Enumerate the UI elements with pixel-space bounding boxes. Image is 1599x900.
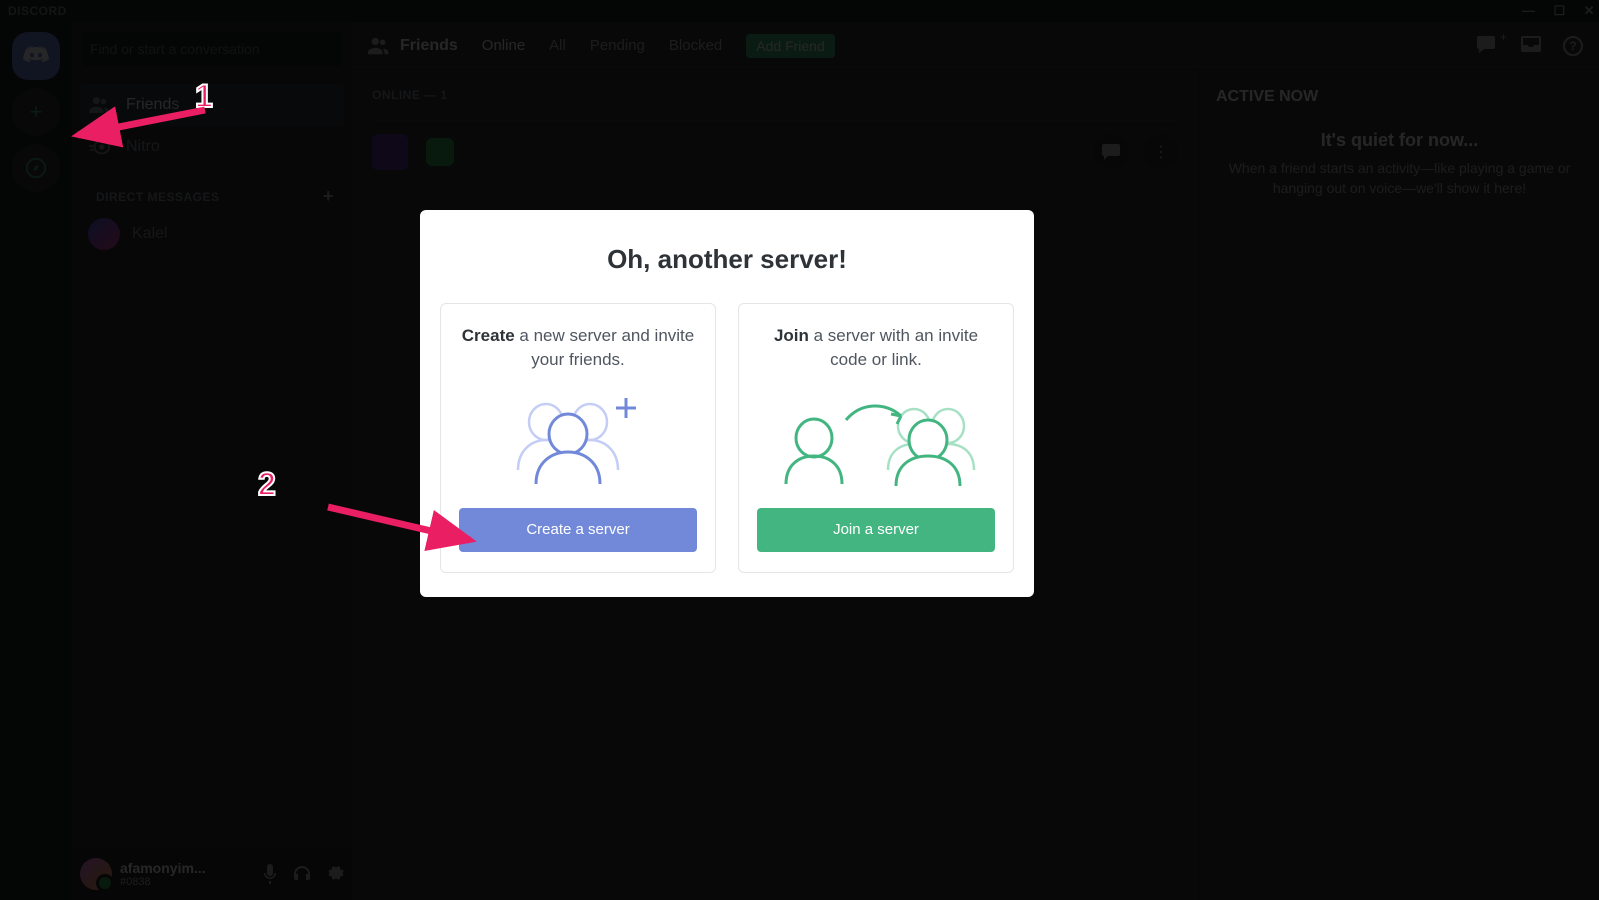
create-server-button[interactable]: Create a server <box>459 508 697 552</box>
join-card-desc: Join a server with an invite code or lin… <box>757 324 995 372</box>
join-illustration <box>776 390 976 490</box>
create-card-desc: Create a new server and invite your frie… <box>459 324 697 372</box>
annotation-arrow-1 <box>70 90 220 150</box>
annotation-arrow-2 <box>320 495 480 555</box>
create-join-server-modal: Oh, another server! Create a new server … <box>420 210 1034 597</box>
join-server-button[interactable]: Join a server <box>757 508 995 552</box>
join-server-card: Join a server with an invite code or lin… <box>738 303 1014 573</box>
create-illustration <box>498 390 658 490</box>
modal-title: Oh, another server! <box>440 244 1014 275</box>
create-server-card: Create a new server and invite your frie… <box>440 303 716 573</box>
